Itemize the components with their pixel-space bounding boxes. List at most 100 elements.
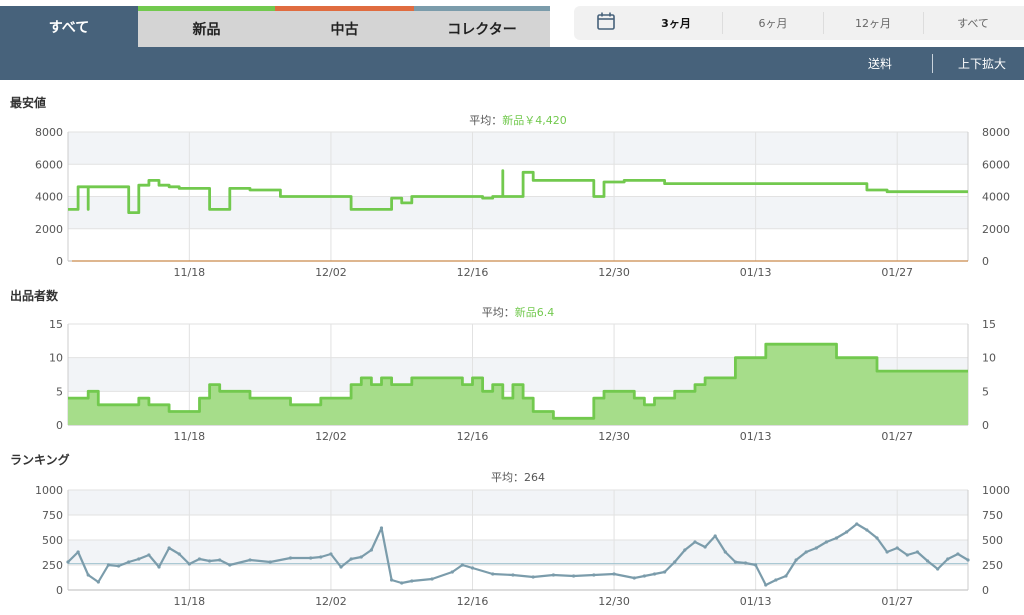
- x-tick-label: 01/13: [740, 430, 772, 442]
- series-point: [339, 565, 343, 569]
- x-tick-label: 01/27: [881, 266, 913, 279]
- y-tick-label-right: 10: [982, 352, 996, 365]
- series-point: [248, 558, 252, 562]
- series-point: [410, 579, 414, 583]
- tab-new[interactable]: 新品: [138, 6, 275, 47]
- range-3m[interactable]: 3ヶ月: [632, 6, 720, 40]
- series-point: [66, 560, 70, 564]
- series-point: [784, 574, 788, 578]
- x-tick-label: 12/16: [457, 266, 489, 279]
- series-point: [733, 560, 738, 564]
- x-tick-label: 01/27: [881, 595, 913, 608]
- ranking-chart-title: ランキング: [10, 453, 70, 467]
- y-tick-label-right: 2000: [982, 223, 1010, 236]
- y-tick-label-left: 10: [49, 352, 63, 365]
- series-point: [814, 546, 818, 550]
- y-tick-label-left: 0: [56, 255, 63, 268]
- series-point: [895, 546, 899, 550]
- y-tick-label-right: 5: [982, 385, 989, 398]
- series-point: [683, 548, 687, 552]
- subtitle-label: 平均：: [482, 306, 515, 319]
- series-point: [127, 560, 131, 564]
- series-point: [743, 561, 748, 565]
- series-point: [76, 550, 80, 554]
- series-point: [218, 558, 222, 562]
- x-tick-label: 12/16: [457, 430, 489, 442]
- zoom-toggle[interactable]: 上下拡大: [958, 47, 1006, 80]
- subtitle-value: 264: [524, 471, 545, 484]
- series-point: [531, 575, 535, 579]
- y-tick-label-left: 750: [42, 509, 63, 522]
- series-point: [936, 567, 940, 571]
- y-tick-label-right: 0: [982, 255, 989, 268]
- x-tick-label: 01/13: [740, 266, 772, 279]
- subtitle-value: 新品￥4,420: [502, 113, 567, 127]
- y-tick-label-right: 6000: [982, 158, 1010, 171]
- series-point: [157, 565, 161, 569]
- plot-band: [68, 490, 968, 515]
- y-tick-label-right: 0: [982, 419, 989, 432]
- series-point: [834, 536, 839, 540]
- series-point: [925, 559, 930, 563]
- series-point: [369, 548, 373, 552]
- series-point: [865, 528, 869, 532]
- series-point: [572, 574, 576, 578]
- y-tick-label-right: 8000: [982, 126, 1010, 139]
- series-point: [147, 553, 151, 557]
- y-tick-label-left: 0: [56, 584, 63, 597]
- series-point: [177, 552, 181, 556]
- series-point: [845, 530, 849, 534]
- series-point: [804, 550, 808, 554]
- range-6m[interactable]: 6ヶ月: [724, 6, 822, 40]
- y-tick-label-left: 8000: [35, 126, 63, 139]
- series-point: [885, 550, 889, 554]
- y-tick-label-right: 4000: [982, 191, 1010, 204]
- tab-used[interactable]: 中古: [275, 6, 414, 47]
- series-point: [116, 564, 121, 568]
- seller-count-chart: 0 0 5 5 10 10 15 15 11/18 12/02 12/16 12/30 01/13 01/…: [49, 305, 996, 442]
- x-tick-label: 12/16: [457, 595, 489, 608]
- x-tick-label: 12/30: [598, 430, 630, 442]
- shipping-toggle[interactable]: 送料: [868, 47, 892, 80]
- series-point: [460, 563, 464, 567]
- toolbar-divider: [932, 54, 933, 73]
- series-point: [207, 559, 212, 563]
- y-tick-label-left: 15: [49, 318, 63, 331]
- tab-all[interactable]: すべて: [0, 6, 138, 48]
- tab-collector[interactable]: コレクター: [414, 6, 550, 47]
- x-tick-label: 12/02: [315, 595, 347, 608]
- range-all[interactable]: すべて: [924, 6, 1022, 40]
- calendar-icon[interactable]: [596, 11, 616, 31]
- sellers-chart-title: 出品者数: [10, 289, 59, 303]
- series-point: [319, 555, 323, 559]
- y-tick-label-right: 250: [982, 559, 1003, 572]
- series-point: [612, 572, 616, 576]
- y-tick-label-right: 500: [982, 534, 1003, 547]
- series-point: [551, 573, 555, 577]
- x-tick-label: 12/30: [598, 595, 630, 608]
- range-divider: [722, 12, 723, 34]
- series-point: [774, 578, 778, 582]
- series-point: [915, 550, 920, 554]
- series-point: [713, 534, 717, 538]
- series-point: [491, 572, 495, 576]
- y-tick-label-left: 5: [56, 385, 63, 398]
- y-tick-label-left: 6000: [35, 158, 63, 171]
- series-point: [764, 583, 768, 587]
- y-tick-label-left: 250: [42, 559, 63, 572]
- series-point: [268, 560, 272, 564]
- series-point: [450, 570, 454, 574]
- x-tick-label: 01/13: [740, 595, 772, 608]
- series-point: [693, 540, 697, 544]
- series-point: [592, 573, 596, 577]
- plot-band: [68, 196, 968, 229]
- chart-subtitle: 平均：新品￥4,420: [469, 113, 567, 127]
- lowest-price-chart: 0 0 2000 2000 4000 4000 6000 6000 8000 8000 11/18 1…: [35, 113, 1010, 279]
- x-tick-label: 11/18: [173, 266, 205, 279]
- range-12m[interactable]: 12ヶ月: [824, 6, 922, 40]
- series-point: [511, 573, 515, 577]
- series-point: [946, 557, 950, 561]
- series-point: [288, 556, 293, 560]
- y-tick-label-right: 0: [982, 584, 989, 597]
- series-point: [824, 540, 829, 544]
